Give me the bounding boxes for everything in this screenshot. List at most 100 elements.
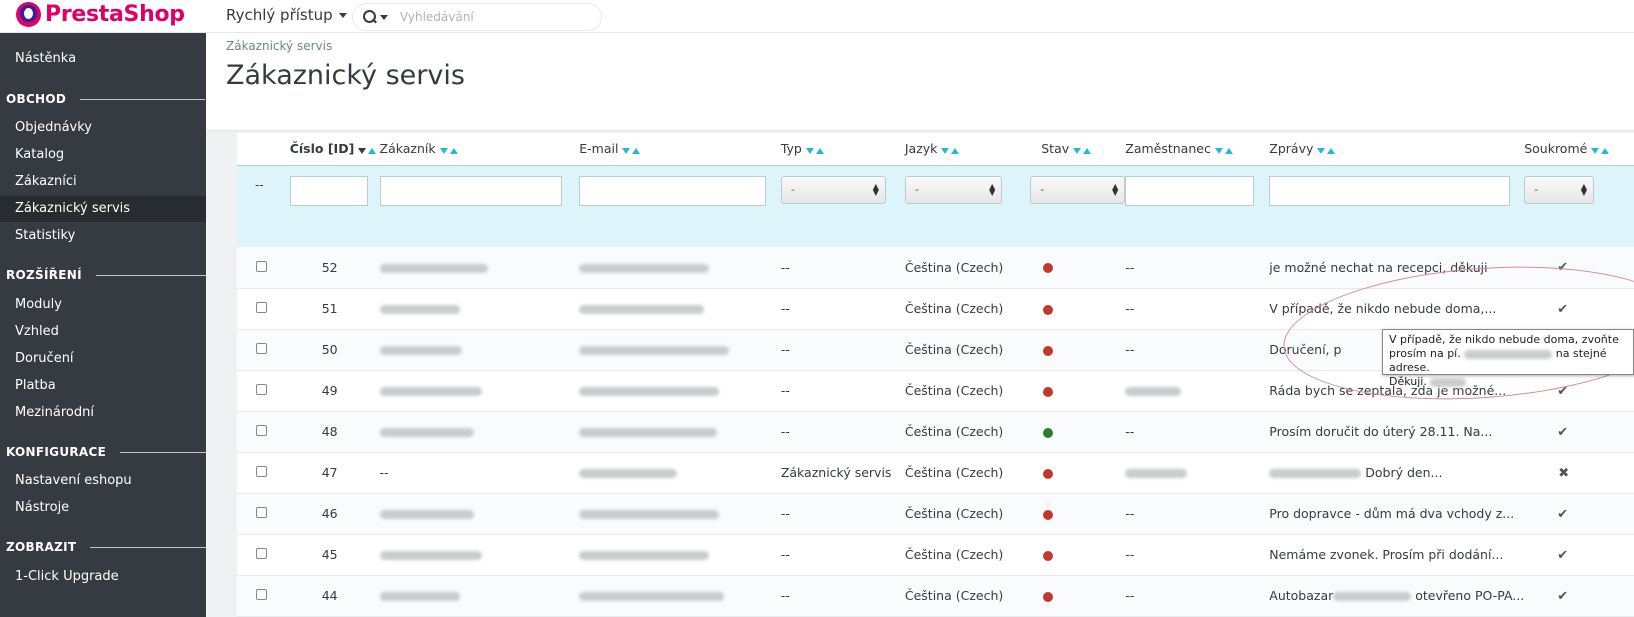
row-checkbox[interactable] xyxy=(256,548,267,559)
redacted-email xyxy=(579,428,718,437)
sort-icon[interactable] xyxy=(1591,142,1611,157)
row-checkbox-cell xyxy=(237,411,290,453)
section-title: ZOBRAZIT xyxy=(6,540,77,554)
header-private[interactable]: Soukromé xyxy=(1524,133,1634,165)
sidebar-item-payment[interactable]: Platba xyxy=(0,373,206,399)
sidebar-item-catalog[interactable]: Katalog xyxy=(0,142,206,168)
row-checkbox[interactable] xyxy=(256,425,267,436)
sidebar-item-orders[interactable]: Objednávky xyxy=(0,115,206,141)
row-checkbox[interactable] xyxy=(256,507,267,518)
tooltip-line: prosím na pí. na stejné adrese. xyxy=(1389,347,1627,375)
sidebar-item-appearance[interactable]: Vzhled xyxy=(0,319,206,345)
message-tooltip: V případě, že nikdo nebude doma, zvoňte … xyxy=(1382,329,1634,388)
header-language[interactable]: Jazyk xyxy=(905,133,1021,165)
quick-access-label: Rychlý přístup xyxy=(226,6,333,24)
row-checkbox[interactable] xyxy=(256,384,267,395)
sort-icon[interactable] xyxy=(1317,142,1337,157)
redacted-customer xyxy=(379,510,474,519)
header-customer[interactable]: Zákazník xyxy=(380,133,580,165)
filter-private-select[interactable]: - ▲ ▼ xyxy=(1524,175,1594,204)
table-row[interactable]: 47 -- Zákaznický servis Čeština (Czech) Dob… xyxy=(237,452,1634,494)
row-checkbox[interactable] xyxy=(256,466,267,477)
breadcrumb[interactable]: Zákaznický servis xyxy=(226,39,332,53)
chevron-down-icon[interactable] xyxy=(380,14,388,20)
prestashop-logo[interactable]: PrestaShop xyxy=(16,2,185,27)
cell-email xyxy=(579,247,781,289)
cell-id: 51 xyxy=(289,288,380,330)
thread-id: 46 xyxy=(321,506,338,521)
header-bulk xyxy=(237,133,290,165)
cell-status xyxy=(1021,493,1126,535)
filter-type-select[interactable]: - ▲ ▼ xyxy=(780,175,886,204)
sort-icon[interactable] xyxy=(622,142,642,157)
sidebar-item-shop-parameters[interactable]: Nastavení eshopu xyxy=(0,468,206,494)
employee-name: -- xyxy=(1125,506,1135,521)
sort-icon[interactable] xyxy=(1073,142,1093,157)
sort-icon[interactable] xyxy=(358,142,378,157)
sidebar-item-shipping[interactable]: Doručení xyxy=(0,346,206,372)
header-messages[interactable]: Zprávy xyxy=(1269,133,1524,165)
sort-icon[interactable] xyxy=(439,142,460,157)
thread-id: 49 xyxy=(321,383,338,398)
filter-customer-input[interactable] xyxy=(379,175,563,206)
section-title: OBCHOD xyxy=(6,92,67,106)
row-checkbox-cell xyxy=(237,288,290,330)
cell-type: -- xyxy=(780,575,905,617)
sort-icon[interactable] xyxy=(805,142,826,157)
table-row[interactable]: 44 -- Čeština (Czech) -- Autobazar otevřeno … xyxy=(237,575,1634,617)
header-type[interactable]: Typ xyxy=(781,133,905,165)
table-row[interactable]: 48 -- Čeština (Czech) -- Prosím doručit do ú… xyxy=(237,411,1634,453)
filter-status-select[interactable]: - ▲ ▼ xyxy=(1030,175,1126,204)
sidebar-section-obchod: OBCHOD xyxy=(6,92,206,106)
filter-language-select[interactable]: - ▲ ▼ xyxy=(904,175,1003,204)
sidebar-item-tools[interactable]: Nástroje xyxy=(0,495,206,521)
cell-private: ✔ xyxy=(1524,575,1634,617)
employee-name: -- xyxy=(1125,301,1135,316)
filter-email-input[interactable] xyxy=(579,175,766,206)
thread-id: 48 xyxy=(321,424,338,439)
search-input[interactable] xyxy=(400,10,580,24)
header-email[interactable]: E-mail xyxy=(579,133,781,165)
cell-type: -- xyxy=(780,329,905,371)
cell-employee xyxy=(1125,452,1270,494)
row-checkbox[interactable] xyxy=(256,260,267,272)
header-label: Soukromé xyxy=(1524,140,1588,156)
table-row[interactable]: 45 -- Čeština (Czech) -- Nemáme zvonek. Pros… xyxy=(237,534,1634,576)
sidebar-item-statistics[interactable]: Statistiky xyxy=(0,223,206,249)
divider xyxy=(90,546,211,548)
sidebar-item-international[interactable]: Mezinárodní xyxy=(0,400,206,426)
cell-id: 44 xyxy=(289,575,380,617)
filter-id-input[interactable] xyxy=(289,175,368,206)
sort-icon[interactable] xyxy=(1214,142,1235,157)
sidebar-item-customer-service[interactable]: Zákaznický servis xyxy=(0,196,206,222)
cell-status xyxy=(1021,452,1126,494)
sidebar-item-dashboard[interactable]: Nástěnka xyxy=(0,46,206,72)
redacted-employee xyxy=(1125,387,1182,396)
filter-bulk: -- xyxy=(237,164,290,247)
cell-employee: -- xyxy=(1125,493,1270,535)
sort-icon[interactable] xyxy=(941,142,961,157)
select-value: - xyxy=(914,182,919,196)
header-label: Zprávy xyxy=(1269,140,1314,156)
header-employee[interactable]: Zaměstnanec xyxy=(1125,133,1269,165)
quick-access-menu[interactable]: Rychlý přístup xyxy=(226,6,347,24)
sidebar-item-customers[interactable]: Zákazníci xyxy=(0,169,206,195)
cell-language: Čeština (Czech) xyxy=(904,575,1022,617)
thread-id: 47 xyxy=(321,465,338,480)
sidebar-item-1-click-upgrade[interactable]: 1-Click Upgrade xyxy=(0,564,206,590)
filter-messages-input[interactable] xyxy=(1269,175,1511,206)
filter-employee-input[interactable] xyxy=(1125,175,1255,206)
header-id[interactable]: Číslo [ID] xyxy=(290,133,380,165)
status-dot-icon xyxy=(1043,468,1054,479)
row-checkbox[interactable] xyxy=(256,589,267,600)
table-row[interactable]: 46 -- Čeština (Czech) -- Pro dopravce - dům … xyxy=(237,493,1634,535)
header-status[interactable]: Stav xyxy=(1021,133,1125,165)
row-checkbox[interactable] xyxy=(256,302,267,313)
cell-employee: -- xyxy=(1125,575,1270,617)
type-text: -- xyxy=(780,259,790,275)
cell-language: Čeština (Czech) xyxy=(904,247,1022,289)
row-checkbox[interactable] xyxy=(256,343,267,354)
cell-language: Čeština (Czech) xyxy=(904,288,1022,330)
sidebar-item-modules[interactable]: Moduly xyxy=(0,292,206,318)
search-icon[interactable] xyxy=(363,10,377,24)
